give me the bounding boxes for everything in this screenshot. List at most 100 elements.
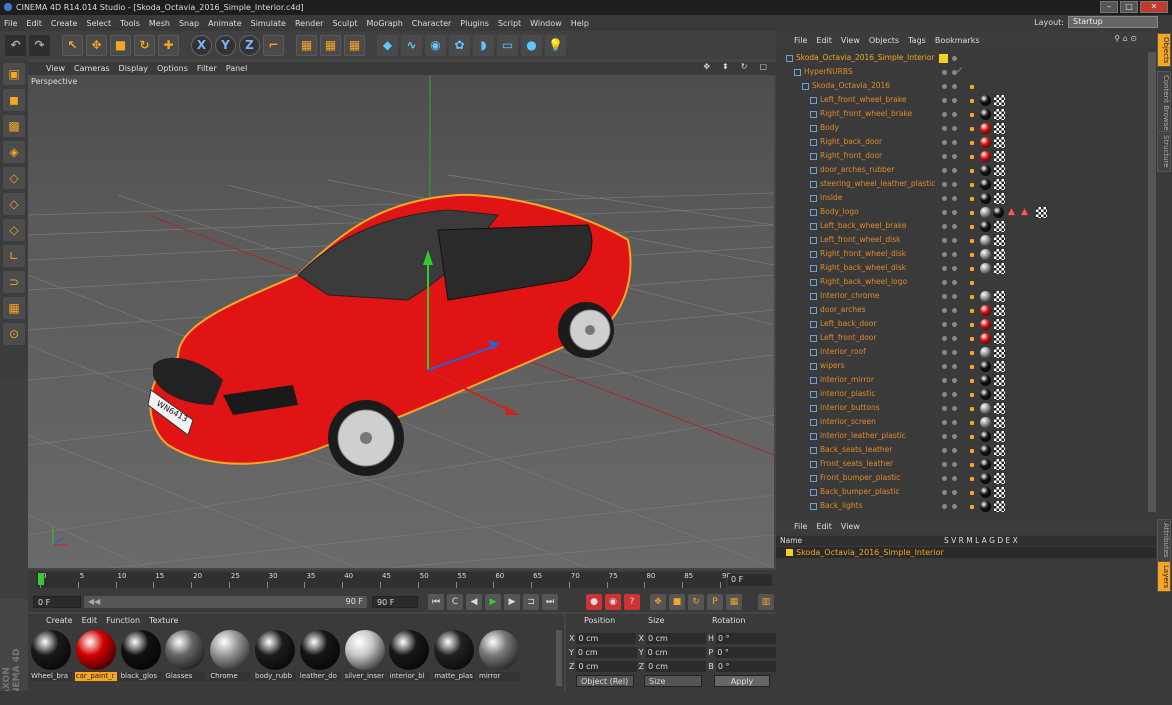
frame-range-slider[interactable]: ◀◀ 90 F — [84, 596, 367, 608]
camera-icon[interactable]: ● — [521, 34, 542, 56]
edges-mode-icon[interactable]: ◇ — [3, 193, 25, 215]
max-frame-field[interactable]: 90 F — [372, 596, 418, 608]
material-tag-icon[interactable] — [993, 207, 1004, 218]
uvw-tag-icon[interactable] — [994, 305, 1005, 316]
visibility-editor-dot[interactable] — [942, 294, 947, 299]
material-tag-icon[interactable] — [980, 137, 991, 148]
object-menu-view[interactable]: View — [841, 36, 860, 45]
viewport-menu-display[interactable]: Display — [119, 64, 149, 73]
menu-create[interactable]: Create — [51, 19, 78, 28]
coord-field-rot[interactable]: 0 ° — [715, 646, 776, 658]
material-tag-icon[interactable] — [980, 431, 991, 442]
uvw-tag-icon[interactable] — [994, 95, 1005, 106]
material-swatch[interactable]: interior_bl — [388, 630, 431, 681]
object-row[interactable]: Right_front_wheel_brake — [776, 108, 1146, 122]
material-scrollbar[interactable] — [556, 630, 562, 686]
material-tag-icon[interactable] — [980, 235, 991, 246]
visibility-render-dot[interactable] — [952, 98, 957, 103]
uvw-tag-icon[interactable] — [994, 431, 1005, 442]
visibility-render-dot[interactable] — [952, 140, 957, 145]
model-mode-icon[interactable]: ◼ — [3, 89, 25, 111]
visibility-editor-dot[interactable] — [942, 364, 947, 369]
object-row[interactable]: interior_plastic — [776, 388, 1146, 402]
z-axis-lock-icon[interactable]: Z — [239, 34, 260, 56]
object-row[interactable]: Left_front_wheel_brake — [776, 94, 1146, 108]
uvw-tag-icon[interactable] — [994, 333, 1005, 344]
side-tab-structure[interactable]: Structure — [1157, 131, 1171, 172]
object-row[interactable]: Left_back_wheel_brake — [776, 220, 1146, 234]
coord-field-pos[interactable]: 0 cm — [576, 632, 637, 644]
uvw-tag-icon[interactable] — [994, 459, 1005, 470]
coord-field-rot[interactable]: 0 ° — [715, 632, 776, 644]
visibility-render-dot[interactable] — [952, 196, 957, 201]
menu-snap[interactable]: Snap — [179, 19, 199, 28]
menu-mesh[interactable]: Mesh — [149, 19, 170, 28]
visibility-render-dot[interactable] — [952, 56, 957, 61]
uvw-tag-icon[interactable] — [994, 473, 1005, 484]
object-menu-objects[interactable]: Objects — [869, 36, 899, 45]
uvw-tag-icon[interactable] — [994, 235, 1005, 246]
visibility-render-dot[interactable] — [952, 434, 957, 439]
array-icon[interactable]: ✿ — [449, 34, 470, 56]
object-row[interactable]: Left_back_door — [776, 318, 1146, 332]
uvw-tag-icon[interactable] — [994, 361, 1005, 372]
menu-help[interactable]: Help — [571, 19, 589, 28]
object-row[interactable]: Body_logo ▲ ▲ — [776, 206, 1146, 220]
nurbs-icon[interactable]: ◉ — [425, 34, 446, 56]
visibility-editor-dot[interactable] — [942, 196, 947, 201]
menu-mograph[interactable]: MoGraph — [366, 19, 402, 28]
keyframe-selection-icon[interactable]: ? — [624, 594, 640, 610]
workplane-icon[interactable]: ◈ — [3, 141, 25, 163]
object-row[interactable]: wipers — [776, 360, 1146, 374]
go-to-end-icon[interactable]: ⏭ — [542, 594, 558, 610]
object-search-icon[interactable]: ⚲ ⌂ ⊙ — [1114, 34, 1137, 43]
object-row[interactable]: Body — [776, 122, 1146, 136]
material-tag-icon[interactable] — [980, 333, 991, 344]
visibility-editor-dot[interactable] — [942, 112, 947, 117]
timeline-window-icon[interactable]: ▥ — [758, 594, 774, 610]
make-editable-icon[interactable]: ▣ — [3, 63, 25, 85]
viewport-menu-view[interactable]: View — [46, 64, 65, 73]
play-icon[interactable]: ▶ — [485, 594, 501, 610]
material-tag-icon[interactable] — [980, 389, 991, 400]
object-row[interactable]: interior_mirror — [776, 374, 1146, 388]
uvw-tag-icon[interactable] — [994, 137, 1005, 148]
material-tag-icon[interactable] — [980, 501, 991, 512]
grid-icon[interactable]: ▦ — [3, 297, 25, 319]
key-rotation-icon[interactable]: ↻ — [688, 594, 704, 610]
visibility-editor-dot[interactable] — [942, 224, 947, 229]
key-parameter-icon[interactable]: P — [707, 594, 723, 610]
visibility-editor-dot[interactable] — [942, 154, 947, 159]
material-tag-icon[interactable] — [980, 347, 991, 358]
visibility-editor-dot[interactable] — [942, 308, 947, 313]
object-row[interactable]: Interior_chrome — [776, 290, 1146, 304]
render-view-icon[interactable]: ▦ — [296, 34, 317, 56]
layer-menu-edit[interactable]: Edit — [816, 522, 832, 531]
snap-icon[interactable]: ⊃ — [3, 271, 25, 293]
object-row[interactable]: Left_front_wheel_disk — [776, 234, 1146, 248]
menu-simulate[interactable]: Simulate — [251, 19, 286, 28]
uvw-tag-icon[interactable] — [994, 123, 1005, 134]
object-row[interactable]: Back_bumper_plastic — [776, 486, 1146, 500]
visibility-render-dot[interactable] — [952, 294, 957, 299]
object-scrollbar[interactable] — [1148, 52, 1156, 512]
visibility-render-dot[interactable] — [952, 252, 957, 257]
visibility-editor-dot[interactable] — [942, 448, 947, 453]
redo-icon[interactable]: ↷ — [29, 34, 50, 56]
visibility-render-dot[interactable] — [952, 266, 957, 271]
menu-plugins[interactable]: Plugins — [460, 19, 489, 28]
visibility-editor-dot[interactable] — [942, 252, 947, 257]
object-row[interactable]: Front_seats_leather — [776, 458, 1146, 472]
go-to-start-icon[interactable]: ⏮ — [428, 594, 444, 610]
viewport-menu-filter[interactable]: Filter — [197, 64, 217, 73]
close-button[interactable]: ✕ — [1140, 1, 1168, 13]
uvw-tag-icon[interactable] — [994, 501, 1005, 512]
add-object-icon[interactable]: ✚ — [158, 34, 179, 56]
visibility-editor-dot[interactable] — [942, 462, 947, 467]
object-row[interactable]: Left_front_door — [776, 332, 1146, 346]
material-swatch[interactable]: Chrome — [209, 630, 252, 681]
points-mode-icon[interactable]: ◇ — [3, 167, 25, 189]
visibility-render-dot[interactable] — [952, 490, 957, 495]
material-tag-icon[interactable] — [980, 487, 991, 498]
light-icon[interactable]: 💡 — [545, 34, 566, 56]
